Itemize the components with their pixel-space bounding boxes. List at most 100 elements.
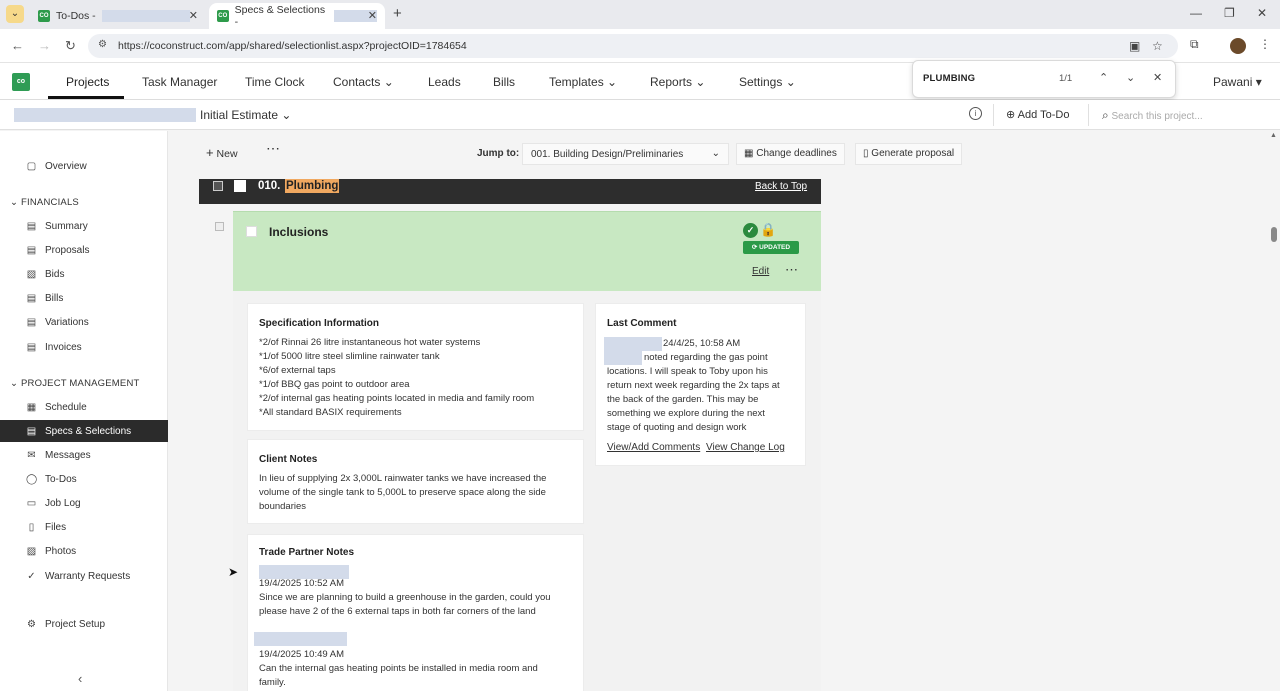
- sidebar-item-job-log[interactable]: ▭ Job Log: [0, 492, 168, 514]
- change-deadlines-button[interactable]: ▦ Change deadlines: [736, 143, 845, 165]
- find-previous-icon[interactable]: ⌃: [1099, 71, 1108, 84]
- files-icon: ▯: [28, 521, 35, 533]
- user-menu[interactable]: Pawani ▾: [1213, 75, 1262, 89]
- back-icon[interactable]: ←: [11, 38, 24, 53]
- tab-search-icon[interactable]: ⌄: [6, 5, 24, 23]
- nav-leads[interactable]: Leads: [428, 75, 461, 89]
- scroll-up-icon[interactable]: ▲: [1270, 132, 1277, 139]
- find-next-icon[interactable]: ⌄: [1126, 71, 1135, 84]
- category-checkbox[interactable]: [234, 180, 246, 192]
- page-scrollbar[interactable]: [1271, 227, 1277, 242]
- minimize-icon[interactable]: —: [1190, 6, 1202, 20]
- comment-line: return next week regarding the 2x taps a…: [607, 380, 780, 391]
- extensions-icon[interactable]: ⧉: [1190, 37, 1199, 52]
- sidebar-item-summary[interactable]: ▤ Summary: [0, 215, 168, 237]
- sidebar-item-schedule[interactable]: ▦ Schedule: [0, 396, 168, 418]
- sidebar-item-files[interactable]: ▯ Files: [0, 516, 168, 538]
- reload-icon[interactable]: ↻: [65, 38, 76, 54]
- project-subheader: Initial Estimate ⌄ i ⊕ Add To-Do ⌕ Searc…: [0, 100, 1280, 130]
- browser-menu-icon[interactable]: ⋮: [1259, 37, 1271, 51]
- sidebar-item-proposals[interactable]: ▤ Proposals: [0, 239, 168, 261]
- coconstruct-logo[interactable]: co: [12, 73, 30, 91]
- item-title: Inclusions: [269, 225, 329, 239]
- close-tab-icon[interactable]: ✕: [189, 9, 198, 22]
- info-icon[interactable]: i: [969, 107, 982, 120]
- nav-templates[interactable]: Templates ⌄: [549, 75, 617, 89]
- new-tab-icon[interactable]: +: [393, 5, 402, 22]
- estimate-selector[interactable]: Initial Estimate ⌄: [200, 108, 291, 122]
- updated-badge: ⟳ UPDATED: [743, 241, 799, 254]
- new-button[interactable]: + New: [206, 145, 238, 160]
- sidebar-item-invoices[interactable]: ▤ Invoices: [0, 336, 168, 358]
- nav-settings[interactable]: Settings ⌄: [739, 75, 796, 89]
- trade-note-date: 19/4/2025 10:49 AM: [259, 649, 345, 660]
- browser-tab-bar: ⌄ CO To-Dos - ✕ CO Specs & Selections - …: [0, 0, 1280, 29]
- view-add-comments-link[interactable]: View/Add Comments: [607, 442, 700, 453]
- sidebar-section-financials[interactable]: ⌄ FINANCIALS: [10, 197, 79, 208]
- site-settings-icon[interactable]: ⚙: [98, 39, 107, 50]
- sidebar-item-todos[interactable]: ◯ To-Dos: [0, 468, 168, 490]
- edit-link[interactable]: Edit: [752, 266, 769, 277]
- find-input[interactable]: PLUMBING: [923, 73, 975, 84]
- more-options-icon[interactable]: ⋯: [266, 140, 280, 157]
- sidebar-item-label: Bills: [45, 292, 64, 304]
- close-tab-icon[interactable]: ✕: [368, 9, 377, 22]
- collapse-sidebar-icon[interactable]: ‹: [78, 671, 82, 686]
- jump-to-select[interactable]: 001. Building Design/Preliminaries ⌄: [522, 143, 729, 165]
- sidebar-item-bills[interactable]: ▤ Bills: [0, 287, 168, 309]
- nav-task-manager[interactable]: Task Manager: [142, 75, 217, 89]
- nav-projects[interactable]: Projects: [66, 75, 109, 89]
- redacted-project-name: [14, 108, 196, 122]
- row-select-checkbox[interactable]: [215, 222, 224, 231]
- sidebar-item-label: Overview: [45, 160, 87, 172]
- client-note-line: volume of the single tank to 5,000L to p…: [259, 487, 546, 498]
- item-more-icon[interactable]: ⋯: [785, 262, 798, 278]
- reader-mode-icon[interactable]: ▣: [1129, 39, 1140, 53]
- sidebar-item-specs-selections[interactable]: ▤ Specs & Selections: [0, 420, 168, 442]
- bookmark-star-icon[interactable]: ☆: [1152, 39, 1163, 53]
- section-label: PROJECT MANAGEMENT: [21, 378, 140, 389]
- sidebar-item-project-setup[interactable]: ⚙ Project Setup: [0, 613, 168, 635]
- close-window-icon[interactable]: ✕: [1257, 6, 1267, 20]
- sidebar-item-bids[interactable]: ▧ Bids: [0, 263, 168, 285]
- forward-icon[interactable]: →: [38, 38, 51, 53]
- project-search-input[interactable]: ⌕ Search this project...: [1102, 108, 1203, 123]
- chevron-down-icon: ⌄: [10, 197, 19, 208]
- nav-reports[interactable]: Reports ⌄: [650, 75, 705, 89]
- item-checkbox[interactable]: [246, 226, 257, 237]
- url-field[interactable]: ⚙ https://coconstruct.com/app/shared/sel…: [88, 34, 1178, 58]
- back-to-top-link[interactable]: Back to Top: [755, 181, 807, 192]
- spec-title: Specification Information: [259, 318, 380, 329]
- profile-avatar[interactable]: [1230, 38, 1246, 54]
- trade-notes-title: Trade Partner Notes: [259, 547, 355, 558]
- expand-checkbox[interactable]: [213, 181, 223, 191]
- refresh-icon: ⟳: [751, 244, 758, 251]
- client-note-line: boundaries: [259, 501, 307, 512]
- browser-tab-specs[interactable]: CO Specs & Selections - ✕: [209, 3, 385, 29]
- sidebar-item-warranty-requests[interactable]: ✓ Warranty Requests: [0, 565, 168, 587]
- button-label: Generate proposal: [871, 148, 955, 159]
- add-todo-button[interactable]: ⊕ Add To-Do: [1006, 108, 1069, 121]
- sidebar-section-project-management[interactable]: ⌄ PROJECT MANAGEMENT: [10, 378, 140, 389]
- last-comment-title: Last Comment: [607, 318, 677, 329]
- generate-proposal-button[interactable]: ▯ Generate proposal: [855, 143, 963, 165]
- overview-icon: ▢: [26, 160, 37, 172]
- view-change-log-link[interactable]: View Change Log: [706, 442, 785, 453]
- gear-icon: ⚙: [27, 618, 36, 630]
- maximize-icon[interactable]: ❐: [1224, 6, 1235, 20]
- nav-label: Reports: [650, 75, 693, 89]
- sidebar-item-label: Invoices: [45, 341, 82, 353]
- sidebar-item-photos[interactable]: ▨ Photos: [0, 540, 168, 562]
- sidebar-item-messages[interactable]: ✉ Messages: [0, 444, 168, 466]
- chevron-down-icon: ⌄: [281, 108, 292, 122]
- sidebar-item-variations[interactable]: ▤ Variations: [0, 311, 168, 333]
- bids-icon: ▧: [26, 268, 37, 280]
- project-sidebar: ▢ Overview ⌄ FINANCIALS ▤ Summary ▤ Proposa…: [0, 131, 168, 691]
- nav-time-clock[interactable]: Time Clock: [245, 75, 305, 89]
- find-close-icon[interactable]: ✕: [1153, 71, 1162, 84]
- last-comment-card: Last Comment 24/4/25, 10:58 AM noted reg…: [595, 303, 806, 466]
- nav-contacts[interactable]: Contacts ⌄: [333, 75, 394, 89]
- nav-bills[interactable]: Bills: [493, 75, 515, 89]
- browser-tab-todos[interactable]: CO To-Dos - ✕: [30, 3, 206, 29]
- sidebar-item-overview[interactable]: ▢ Overview: [0, 155, 168, 177]
